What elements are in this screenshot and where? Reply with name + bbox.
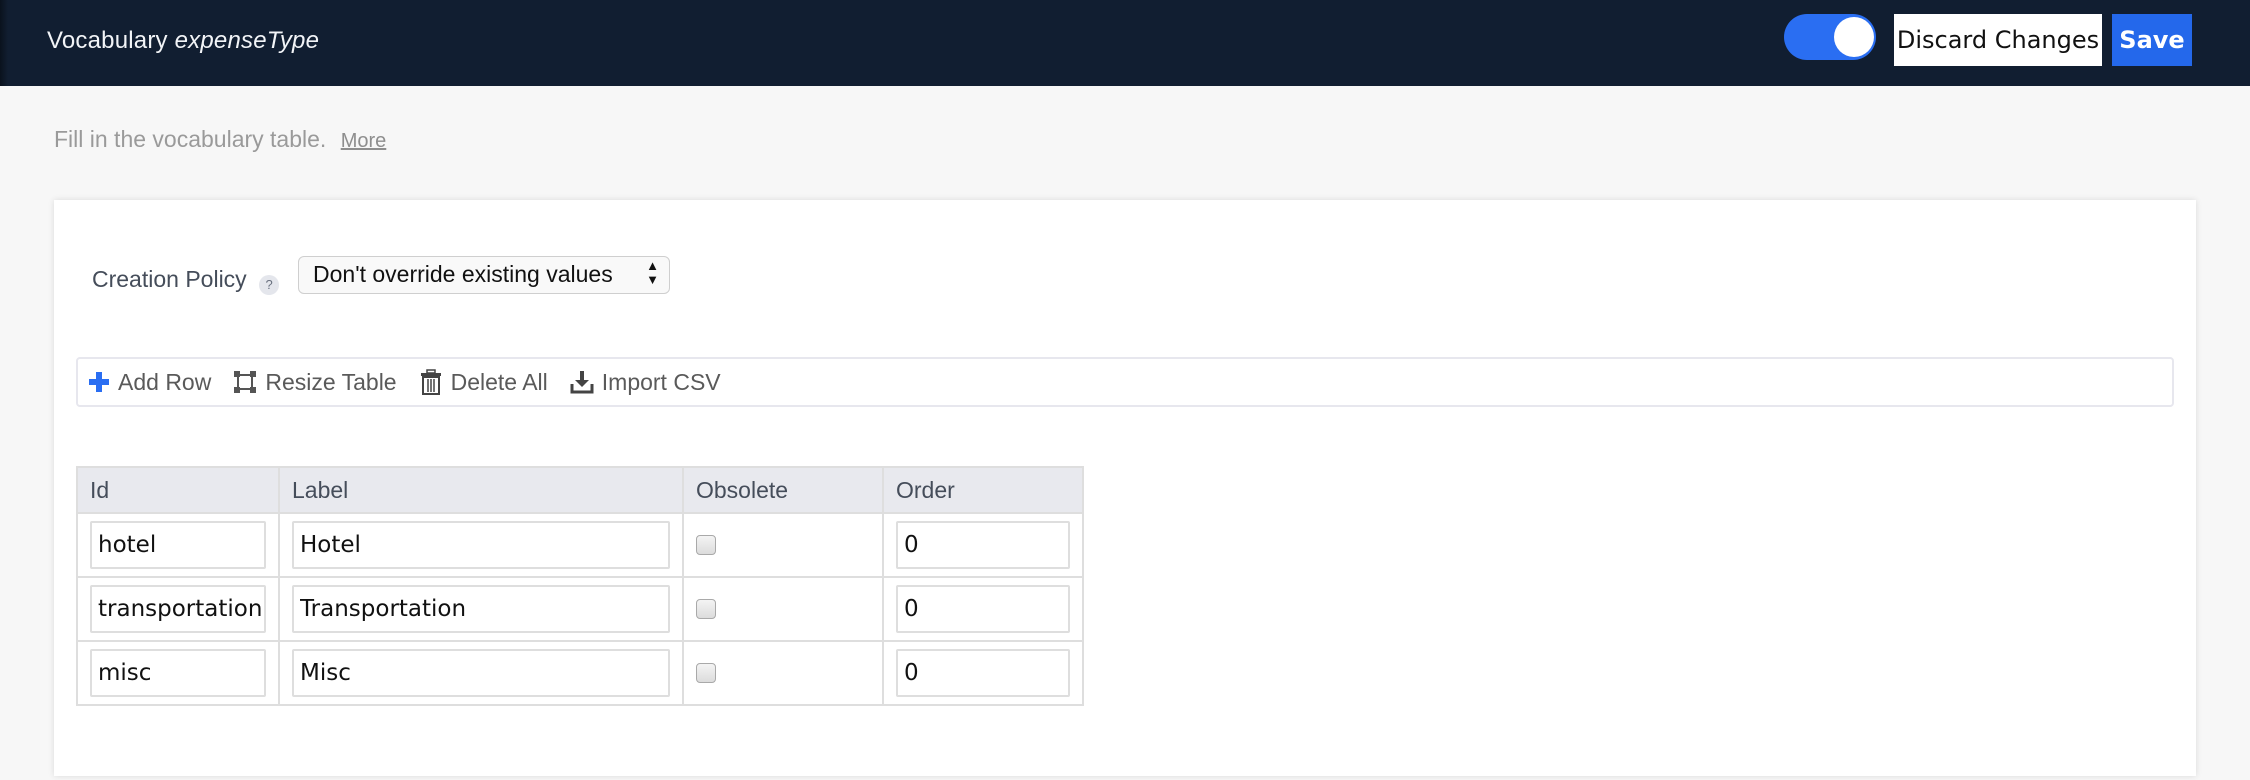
vocabulary-name: expenseType — [174, 27, 320, 54]
label-cell — [278, 640, 684, 706]
id-cell — [76, 640, 280, 706]
title-prefix: Vocabulary — [47, 27, 168, 54]
label-input[interactable] — [292, 649, 670, 697]
table-row — [76, 512, 1084, 578]
obsolete-cell — [682, 576, 884, 642]
label-cell — [278, 512, 684, 578]
top-bar-edge — [0, 0, 8, 86]
order-input[interactable] — [896, 649, 1070, 697]
column-header-label: Label — [278, 466, 684, 514]
mode-toggle[interactable] — [1784, 14, 1876, 60]
id-input[interactable] — [90, 521, 266, 569]
label-input[interactable] — [292, 521, 670, 569]
column-header-order: Order — [882, 466, 1084, 514]
obsolete-checkbox[interactable] — [696, 535, 716, 555]
discard-changes-button[interactable]: Discard Changes — [1894, 14, 2102, 66]
order-cell — [882, 576, 1084, 642]
add-row-button[interactable]: Add Row — [88, 369, 211, 396]
import-csv-label: Import CSV — [601, 368, 721, 395]
resize-table-label: Resize Table — [265, 368, 397, 395]
label-input[interactable] — [292, 585, 670, 633]
import-icon — [570, 371, 594, 394]
add-row-label: Add Row — [118, 368, 212, 395]
column-header-obsolete: Obsolete — [682, 466, 884, 514]
more-link[interactable]: More — [341, 130, 387, 152]
creation-policy-value: Don't override existing values — [313, 261, 613, 287]
creation-policy-select[interactable]: Don't override existing values ▲ ▼ — [298, 256, 670, 294]
order-input[interactable] — [896, 521, 1070, 569]
vocabulary-table: Id Label Obsolete Order — [76, 466, 1084, 706]
creation-policy-label: Creation Policy ? — [92, 266, 280, 295]
obsolete-cell — [682, 512, 884, 578]
import-csv-button[interactable]: Import CSV — [570, 369, 721, 396]
table-row — [76, 576, 1084, 642]
save-button[interactable]: Save — [2112, 14, 2192, 66]
id-cell — [76, 576, 280, 642]
vocabulary-card: Creation Policy ? Don't override existin… — [54, 200, 2196, 776]
order-cell — [882, 512, 1084, 578]
table-row — [76, 640, 1084, 706]
obsolete-checkbox[interactable] — [696, 663, 716, 683]
order-cell — [882, 640, 1084, 706]
id-cell — [76, 512, 280, 578]
resize-icon — [234, 371, 257, 393]
table-toolbar: Add Row Resize Table Delete All Import C… — [76, 357, 2174, 407]
help-icon[interactable]: ? — [259, 275, 280, 295]
help-line: Fill in the vocabulary table. More — [54, 126, 386, 153]
column-header-id: Id — [76, 466, 280, 514]
obsolete-checkbox[interactable] — [696, 599, 716, 619]
top-bar: Vocabulary expenseType Discard Changes S… — [0, 0, 2250, 86]
table-header-row: Id Label Obsolete Order — [76, 466, 1084, 514]
select-arrows-icon: ▲ ▼ — [646, 258, 659, 287]
page-title: Vocabulary expenseType — [47, 27, 319, 55]
creation-policy-text: Creation Policy — [92, 266, 247, 292]
trash-icon — [420, 369, 441, 395]
id-input[interactable] — [90, 649, 266, 697]
delete-all-button[interactable]: Delete All — [419, 369, 548, 396]
order-input[interactable] — [896, 585, 1070, 633]
id-input[interactable] — [90, 585, 266, 633]
delete-all-label: Delete All — [450, 368, 548, 395]
obsolete-cell — [682, 640, 884, 706]
resize-table-button[interactable]: Resize Table — [233, 368, 397, 396]
plus-icon — [89, 372, 109, 392]
toggle-knob — [1834, 17, 1874, 57]
help-text: Fill in the vocabulary table. — [54, 126, 327, 152]
label-cell — [278, 576, 684, 642]
